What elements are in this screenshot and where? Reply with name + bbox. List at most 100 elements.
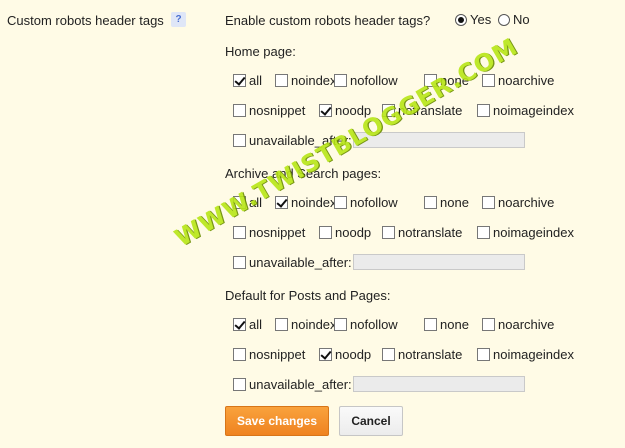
option-notranslate[interactable]: notranslate bbox=[382, 224, 462, 240]
option-label: notranslate bbox=[398, 102, 463, 118]
option-noindex[interactable]: noindex bbox=[275, 72, 337, 88]
checkbox[interactable] bbox=[233, 255, 246, 269]
option-notranslate[interactable]: notranslate bbox=[382, 346, 462, 362]
option-label: all bbox=[249, 72, 263, 88]
option-notranslate[interactable]: notranslate bbox=[382, 102, 462, 118]
option-none[interactable]: none bbox=[424, 316, 469, 332]
option-label: none bbox=[440, 194, 469, 210]
option-label: noarchive bbox=[498, 72, 555, 88]
help-icon[interactable]: ? bbox=[171, 12, 186, 27]
radio-no-control[interactable] bbox=[498, 13, 510, 26]
option-label: notranslate bbox=[398, 346, 463, 362]
option-nosnippet[interactable]: nosnippet bbox=[233, 224, 305, 240]
checkbox[interactable] bbox=[233, 73, 246, 87]
save-changes-button[interactable]: Save changes bbox=[225, 406, 329, 436]
option-label: noimageindex bbox=[493, 224, 574, 240]
checkbox[interactable] bbox=[275, 195, 288, 209]
checkbox[interactable] bbox=[482, 317, 495, 331]
option-label: nofollow bbox=[350, 194, 398, 210]
radio-yes[interactable]: Yes bbox=[455, 12, 491, 27]
checkbox[interactable] bbox=[334, 317, 347, 331]
checkbox[interactable] bbox=[477, 103, 490, 117]
unavailable-after-input[interactable] bbox=[353, 132, 525, 148]
option-label: unavailable_after: bbox=[249, 376, 352, 392]
option-none[interactable]: none bbox=[424, 194, 469, 210]
option-unavailableafter[interactable]: unavailable_after: bbox=[233, 132, 352, 148]
checkbox[interactable] bbox=[233, 103, 246, 117]
checkbox[interactable] bbox=[382, 103, 395, 117]
option-noarchive[interactable]: noarchive bbox=[482, 316, 554, 332]
option-label: noindex bbox=[291, 72, 337, 88]
option-noindex[interactable]: noindex bbox=[275, 316, 337, 332]
option-noodp[interactable]: noodp bbox=[319, 346, 371, 362]
option-noarchive[interactable]: noarchive bbox=[482, 72, 554, 88]
option-none[interactable]: none bbox=[424, 72, 469, 88]
cancel-button[interactable]: Cancel bbox=[339, 406, 403, 436]
checkbox[interactable] bbox=[319, 347, 332, 361]
enable-question: Enable custom robots header tags? bbox=[225, 13, 431, 28]
checkbox[interactable] bbox=[334, 73, 347, 87]
option-nofollow[interactable]: nofollow bbox=[334, 194, 398, 210]
checkbox[interactable] bbox=[233, 347, 246, 361]
option-label: noodp bbox=[335, 224, 372, 240]
checkbox[interactable] bbox=[275, 73, 288, 87]
option-label: noimageindex bbox=[493, 102, 574, 118]
option-nosnippet[interactable]: nosnippet bbox=[233, 102, 305, 118]
option-label: noindex bbox=[291, 194, 337, 210]
option-noimageindex[interactable]: noimageindex bbox=[477, 224, 574, 240]
checkbox[interactable] bbox=[424, 195, 437, 209]
option-label: nosnippet bbox=[249, 224, 306, 240]
option-nofollow[interactable]: nofollow bbox=[334, 316, 398, 332]
checkbox[interactable] bbox=[477, 347, 490, 361]
checkbox[interactable] bbox=[482, 73, 495, 87]
checkbox[interactable] bbox=[424, 317, 437, 331]
option-noodp[interactable]: noodp bbox=[319, 224, 371, 240]
section-title: Default for Posts and Pages: bbox=[225, 288, 391, 303]
checkbox[interactable] bbox=[477, 225, 490, 239]
checkbox[interactable] bbox=[482, 195, 495, 209]
option-noimageindex[interactable]: noimageindex bbox=[477, 346, 574, 362]
option-noarchive[interactable]: noarchive bbox=[482, 194, 554, 210]
radio-yes-label: Yes bbox=[470, 12, 492, 27]
radio-no-label: No bbox=[513, 12, 530, 27]
checkbox[interactable] bbox=[275, 317, 288, 331]
checkbox[interactable] bbox=[233, 317, 246, 331]
option-noimageindex[interactable]: noimageindex bbox=[477, 102, 574, 118]
option-label: none bbox=[440, 72, 469, 88]
checkbox[interactable] bbox=[319, 225, 332, 239]
option-noindex[interactable]: noindex bbox=[275, 194, 337, 210]
checkbox[interactable] bbox=[233, 195, 246, 209]
option-label: notranslate bbox=[398, 224, 463, 240]
option-label: all bbox=[249, 194, 263, 210]
checkbox[interactable] bbox=[382, 347, 395, 361]
checkbox[interactable] bbox=[382, 225, 395, 239]
option-noodp[interactable]: noodp bbox=[319, 102, 371, 118]
checkbox[interactable] bbox=[233, 225, 246, 239]
option-unavailableafter[interactable]: unavailable_after: bbox=[233, 254, 352, 270]
option-unavailableafter[interactable]: unavailable_after: bbox=[233, 376, 352, 392]
unavailable-after-input[interactable] bbox=[353, 376, 525, 392]
option-label: noarchive bbox=[498, 194, 555, 210]
checkbox[interactable] bbox=[233, 377, 246, 391]
checkbox[interactable] bbox=[319, 103, 332, 117]
option-all[interactable]: all bbox=[233, 72, 262, 88]
option-all[interactable]: all bbox=[233, 194, 262, 210]
radio-no[interactable]: No bbox=[498, 12, 530, 27]
option-label: nofollow bbox=[350, 72, 398, 88]
option-label: noimageindex bbox=[493, 346, 574, 362]
section-title: Home page: bbox=[225, 44, 296, 59]
option-all[interactable]: all bbox=[233, 316, 262, 332]
option-label: nosnippet bbox=[249, 102, 306, 118]
option-label: nofollow bbox=[350, 316, 398, 332]
unavailable-after-input[interactable] bbox=[353, 254, 525, 270]
option-label: nosnippet bbox=[249, 346, 306, 362]
option-nosnippet[interactable]: nosnippet bbox=[233, 346, 305, 362]
checkbox[interactable] bbox=[424, 73, 437, 87]
option-label: none bbox=[440, 316, 469, 332]
section-title: Archive and Search pages: bbox=[225, 166, 382, 181]
checkbox[interactable] bbox=[233, 133, 246, 147]
radio-yes-control[interactable] bbox=[455, 13, 467, 26]
option-label: all bbox=[249, 316, 263, 332]
checkbox[interactable] bbox=[334, 195, 347, 209]
option-nofollow[interactable]: nofollow bbox=[334, 72, 398, 88]
